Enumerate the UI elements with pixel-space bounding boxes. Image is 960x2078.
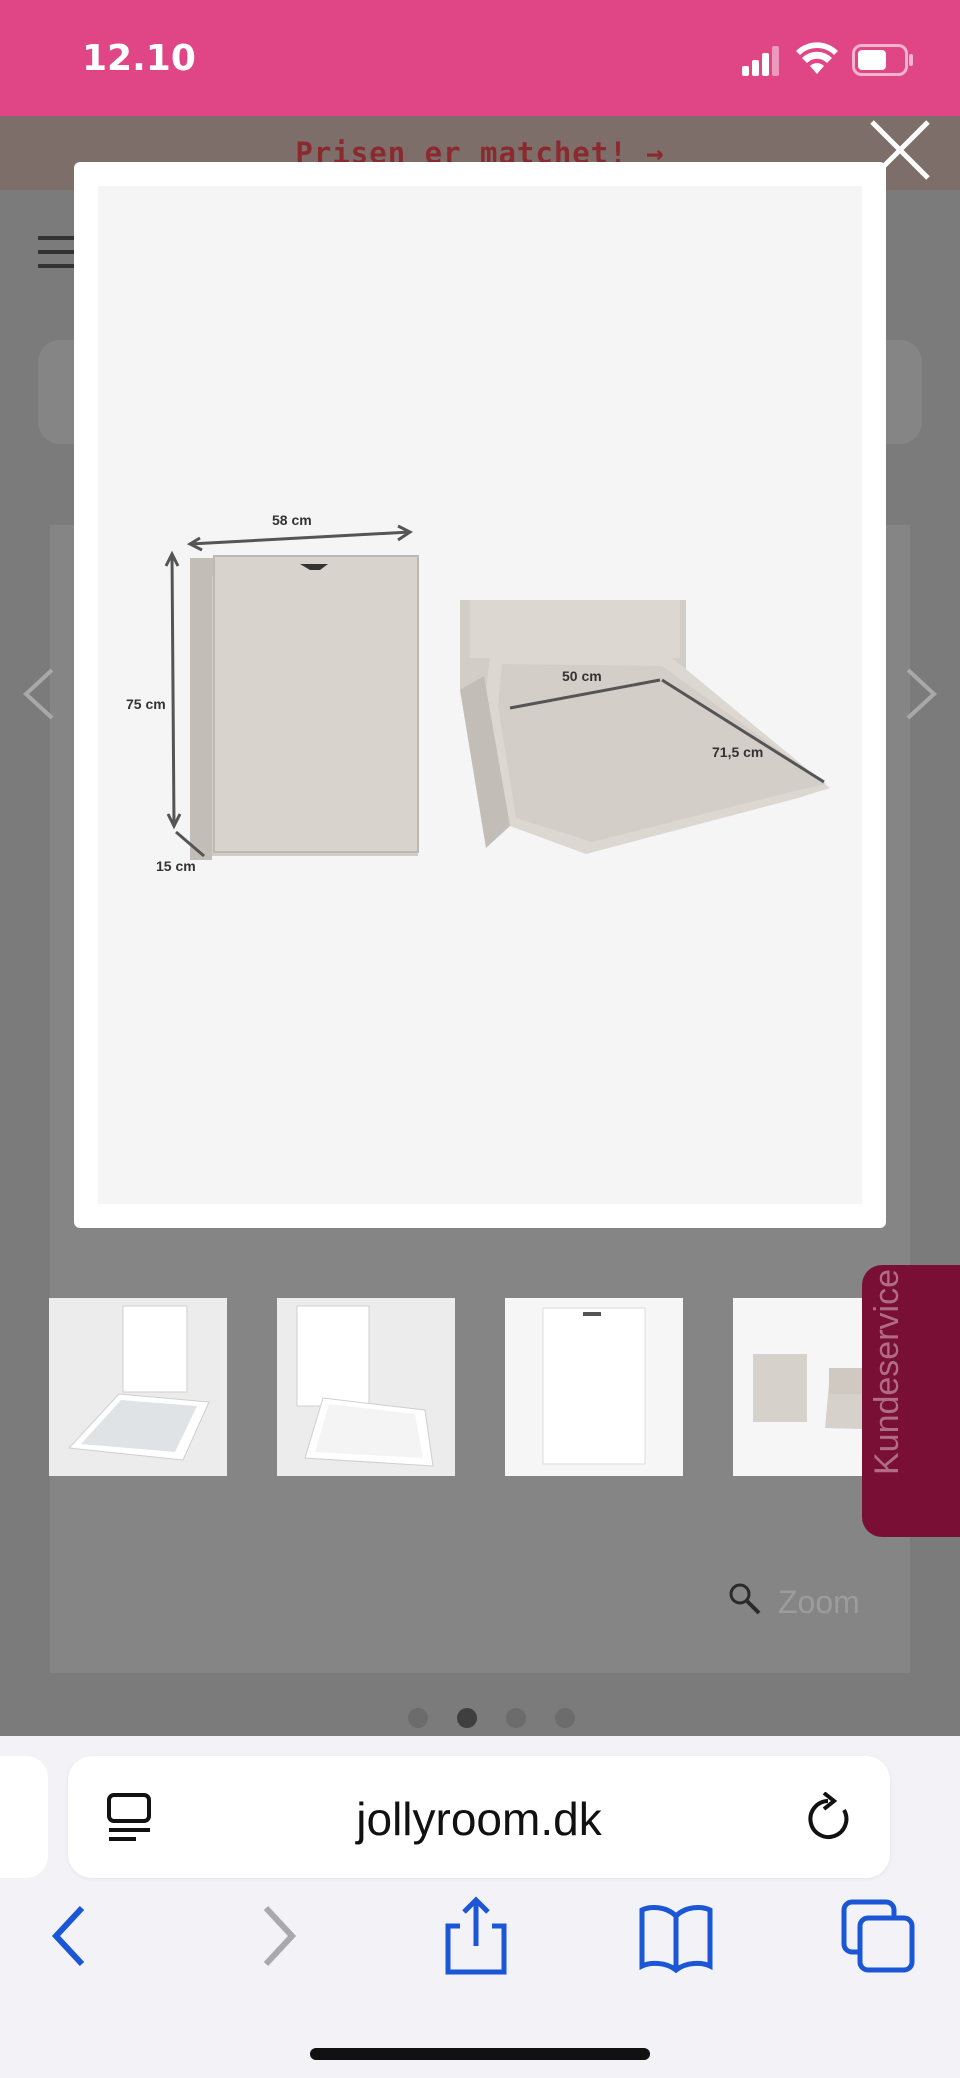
bookmarks-icon[interactable] [636, 1896, 716, 1976]
pagination-dot-active[interactable] [457, 1708, 477, 1728]
customer-service-label: Kundeservice [868, 1269, 906, 1476]
thumbnail-2-image [277, 1298, 455, 1476]
dimension-inner-width-label: 50 cm [562, 668, 602, 684]
dimension-depth-label: 15 cm [156, 858, 196, 874]
url-text[interactable]: jollyroom.dk [68, 1792, 890, 1846]
signal-icon [742, 46, 779, 76]
close-icon[interactable] [866, 116, 934, 184]
battery-icon [852, 44, 913, 76]
previous-tab-peek[interactable] [0, 1756, 48, 1878]
zoom-button[interactable]: Zoom [778, 1584, 860, 1621]
magnifier-icon [729, 1583, 761, 1615]
reload-icon[interactable] [806, 1792, 856, 1846]
home-indicator [310, 2048, 650, 2060]
status-time: 12.10 [82, 38, 196, 79]
thumbnail-3[interactable] [505, 1298, 683, 1476]
thumbnail-2[interactable] [277, 1298, 455, 1476]
pagination-dot[interactable] [555, 1708, 575, 1728]
address-bar[interactable]: jollyroom.dk [68, 1756, 890, 1878]
forward-icon[interactable] [238, 1896, 318, 1976]
pagination-dot[interactable] [506, 1708, 526, 1728]
dimension-width-label: 58 cm [272, 512, 312, 528]
next-arrow-icon[interactable] [904, 666, 940, 722]
thumbnail-1-image [49, 1298, 227, 1476]
dimension-drawing [164, 524, 830, 860]
thumbnail-1[interactable] [49, 1298, 227, 1476]
product-dimension-image [98, 186, 862, 1204]
prev-arrow-icon[interactable] [20, 666, 56, 722]
thumbnail-3-image [505, 1298, 683, 1476]
dimension-height-label: 75 cm [126, 696, 166, 712]
pagination-dot[interactable] [408, 1708, 428, 1728]
share-icon[interactable] [436, 1896, 516, 1976]
dimension-inner-length-label: 71,5 cm [712, 744, 764, 760]
tabs-icon[interactable] [838, 1896, 918, 1976]
back-icon[interactable] [30, 1896, 110, 1976]
wifi-icon [796, 42, 838, 74]
menu-icon [38, 236, 78, 268]
